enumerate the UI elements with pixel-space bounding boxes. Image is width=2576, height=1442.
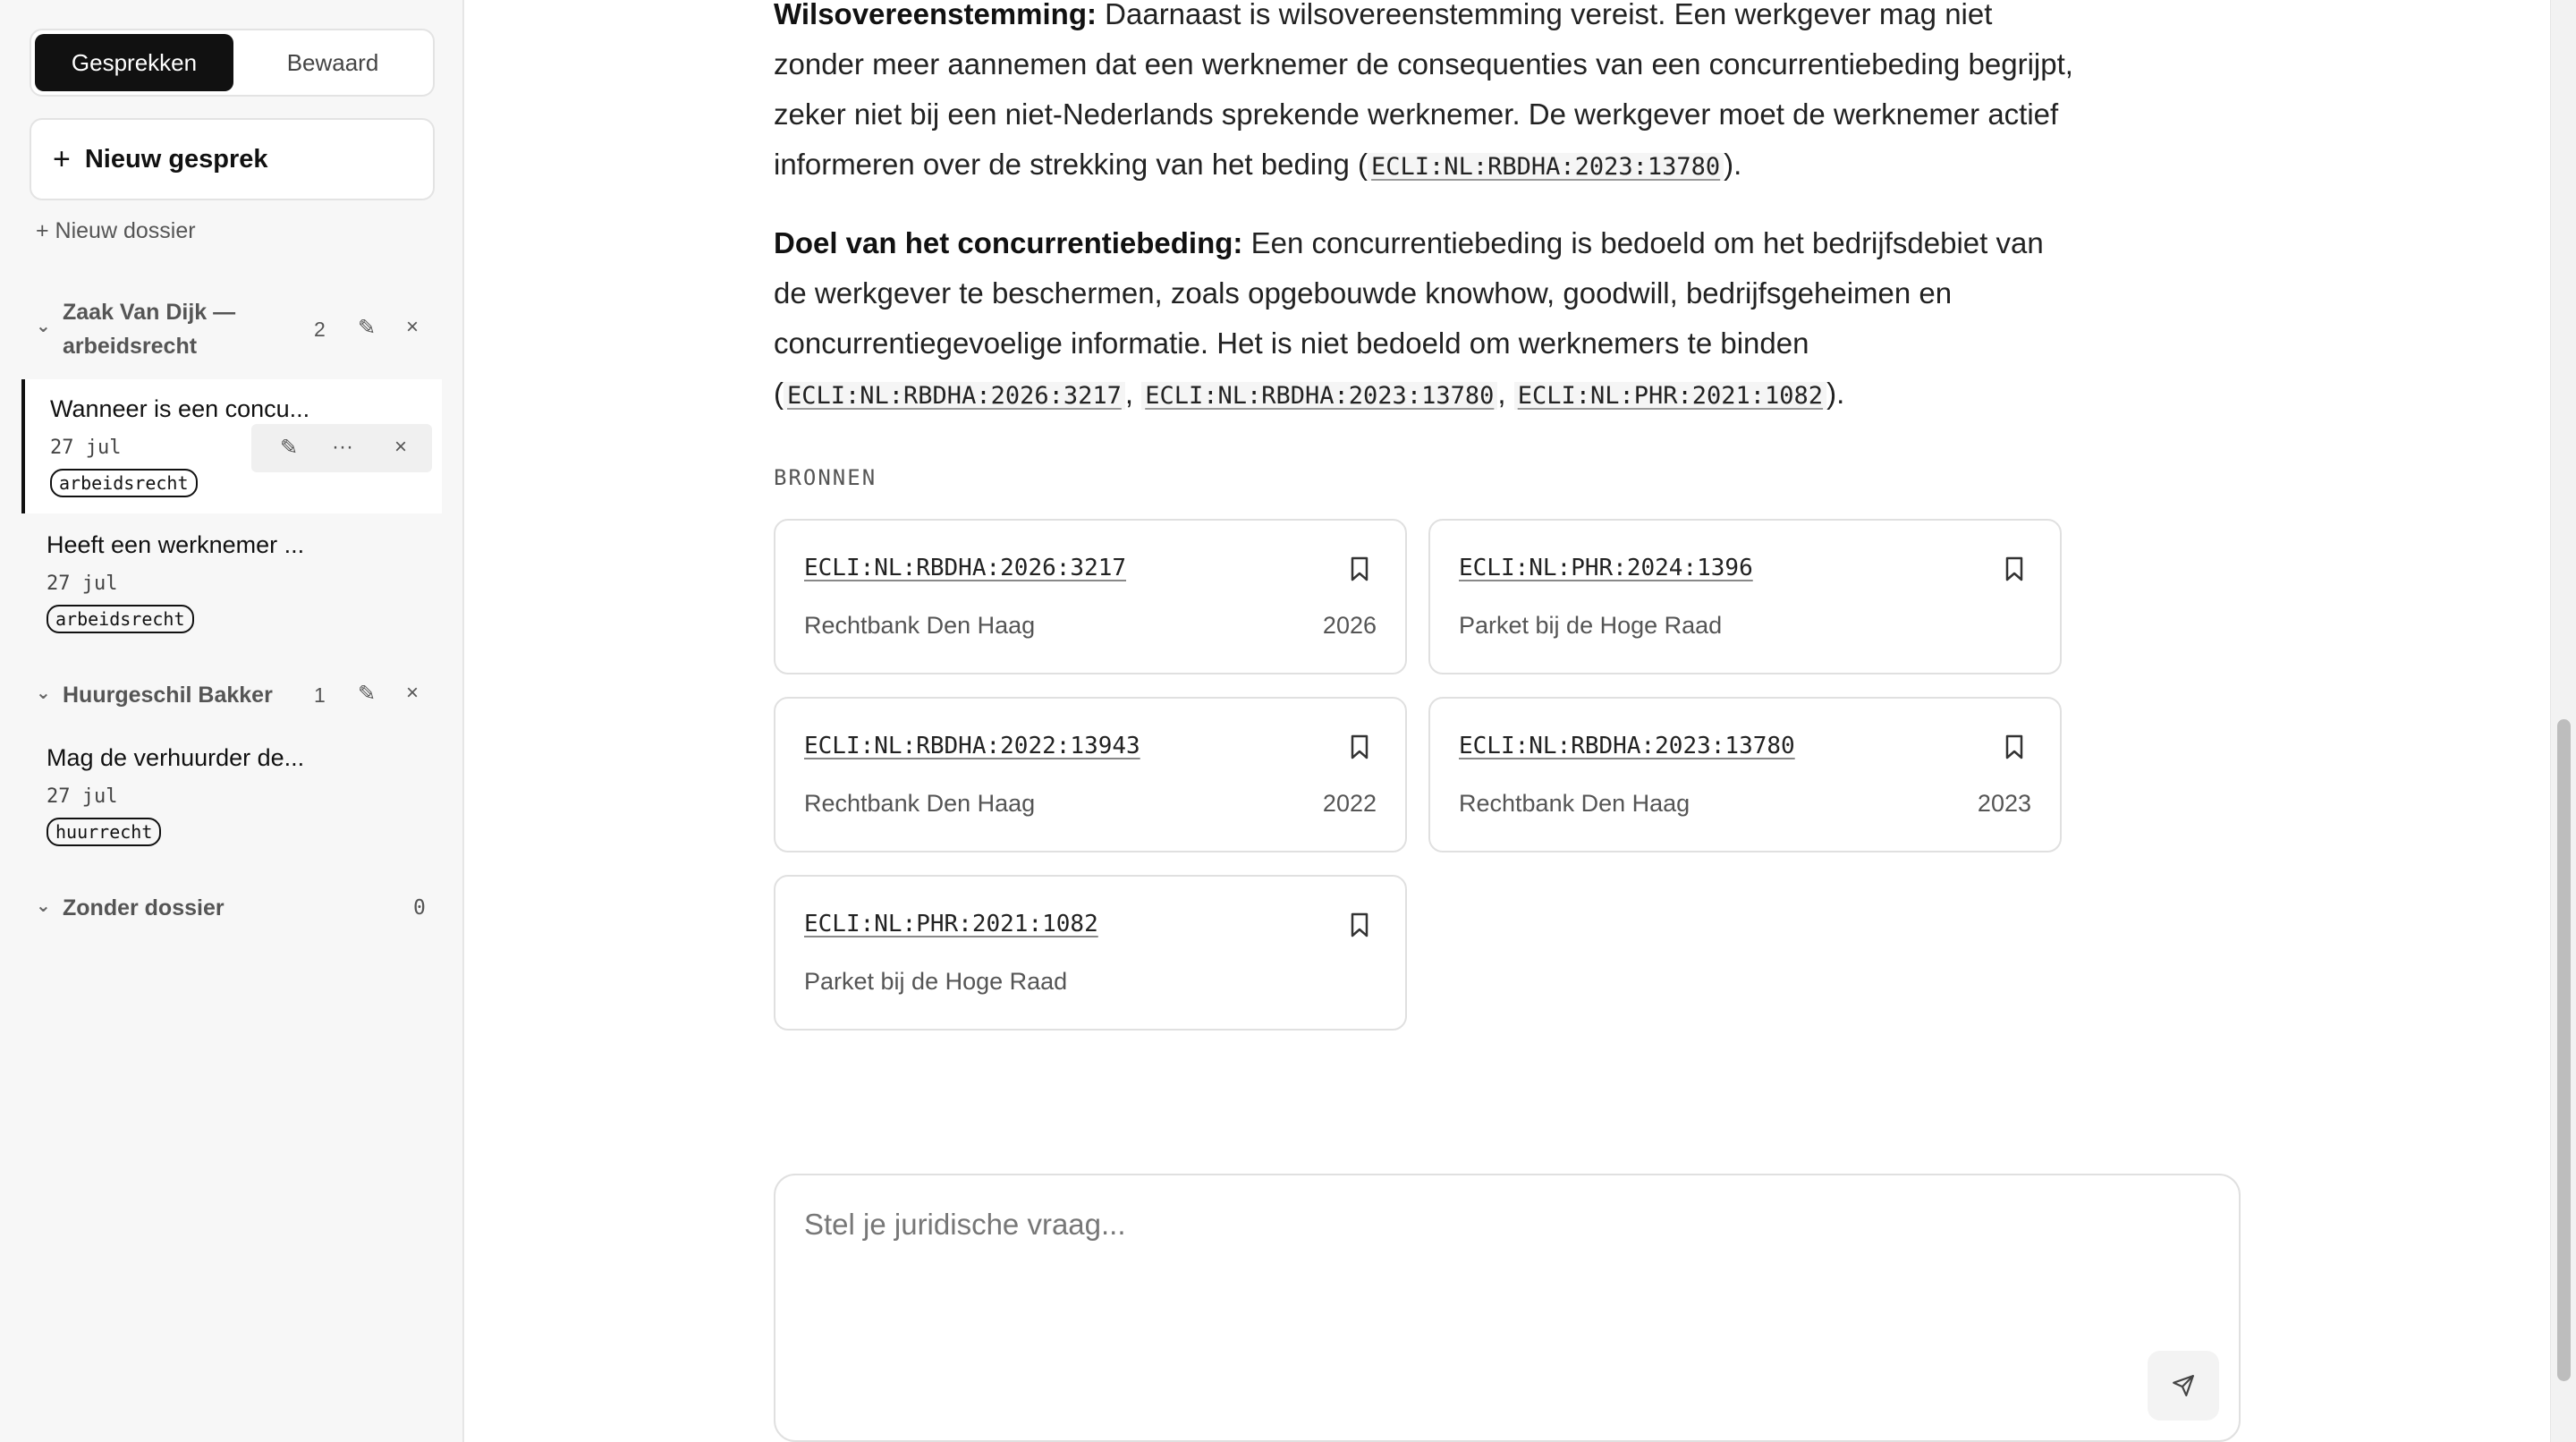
scrollbar[interactable]: [2550, 0, 2576, 1442]
conversation-date: 27 jul: [47, 785, 118, 808]
dossier-group-header[interactable]: ⌄ Zonder dossier 0: [36, 891, 447, 927]
edit-icon[interactable]: ✎: [358, 681, 376, 707]
bookmark-icon[interactable]: [2004, 734, 2024, 759]
chat-main: Wilsovereenstemming: Daarnaast is wilsov…: [466, 0, 2550, 1442]
view-switcher: Gesprekken Bewaard: [30, 29, 435, 97]
citation-link[interactable]: ECLI:NL:RBDHA:2026:3217: [784, 382, 1125, 410]
conversation-actions: ✎ ··· ×: [251, 424, 432, 472]
more-icon[interactable]: ···: [332, 435, 353, 460]
bookmark-icon[interactable]: [1350, 912, 1369, 937]
conversation-date: 27 jul: [47, 573, 118, 595]
scrollbar-thumb[interactable]: [2557, 719, 2571, 1381]
sources-heading: BRONNEN: [774, 465, 877, 490]
question-input[interactable]: [804, 1208, 2056, 1387]
dossier-title: Zonder dossier: [63, 895, 225, 920]
source-card[interactable]: ECLI:NL:RBDHA:2022:13943 Rechtbank Den H…: [774, 697, 1407, 852]
conversation-date: 27 jul: [50, 437, 122, 459]
dossier-group-header[interactable]: ⌄ Huurgeschil Bakker 1 ✎ ×: [36, 678, 447, 714]
chevron-down-icon[interactable]: ⌄: [36, 315, 51, 337]
sidebar: Gesprekken Bewaard + Nieuw gesprek + Nie…: [0, 0, 464, 1442]
source-court: Rechtbank Den Haag: [804, 612, 1036, 639]
conversation-item[interactable]: Wanneer is een concu... 27 jul arbeidsre…: [21, 379, 442, 513]
paragraph-end: ).: [1826, 377, 1845, 410]
source-court: Rechtbank Den Haag: [1459, 790, 1690, 817]
new-chat-button[interactable]: + Nieuw gesprek: [30, 118, 435, 200]
source-card[interactable]: ECLI:NL:PHR:2024:1396 Parket bij de Hoge…: [1428, 519, 2062, 674]
conversation-item[interactable]: Heeft een werknemer ... 27 jul arbeidsre…: [21, 515, 442, 649]
edit-icon[interactable]: ✎: [358, 315, 376, 341]
dossier-count: 1: [314, 683, 326, 707]
source-court: Rechtbank Den Haag: [804, 790, 1036, 817]
source-ecli[interactable]: ECLI:NL:RBDHA:2023:13780: [1459, 733, 1795, 759]
source-ecli[interactable]: ECLI:NL:RBDHA:2026:3217: [804, 555, 1126, 581]
dossier-group-header[interactable]: ⌄ Zaak Van Dijk — arbeidsrecht 2 ✎ ×: [36, 295, 447, 367]
source-court: Parket bij de Hoge Raad: [1459, 612, 1723, 639]
source-ecli[interactable]: ECLI:NL:PHR:2021:1082: [804, 911, 1098, 937]
source-ecli[interactable]: ECLI:NL:RBDHA:2022:13943: [804, 733, 1140, 759]
citation-link[interactable]: ECLI:NL:PHR:2021:1082: [1513, 382, 1827, 410]
source-year: 2026: [1322, 612, 1377, 639]
close-icon[interactable]: ×: [394, 435, 407, 460]
bookmark-icon[interactable]: [1350, 556, 1369, 581]
paragraph-end: ).: [1724, 148, 1742, 181]
conversation-item[interactable]: Mag de verhuurder de... 27 jul huurrecht: [21, 728, 442, 862]
chevron-down-icon[interactable]: ⌄: [36, 895, 51, 917]
source-card[interactable]: ECLI:NL:RBDHA:2023:13780 Rechtbank Den H…: [1428, 697, 2062, 852]
dossier-count: 0: [413, 896, 426, 920]
edit-icon[interactable]: ✎: [280, 435, 298, 461]
tab-gesprekken[interactable]: Gesprekken: [35, 34, 233, 91]
dossier-title: Zaak Van Dijk — arbeidsrecht: [63, 300, 236, 359]
source-year: 2022: [1322, 790, 1377, 817]
dossier-count: 2: [314, 318, 326, 341]
new-chat-label: Nieuw gesprek: [84, 144, 268, 174]
source-court: Parket bij de Hoge Raad: [804, 968, 1068, 995]
close-icon[interactable]: ×: [406, 315, 419, 340]
dossier-title: Huurgeschil Bakker: [63, 683, 273, 708]
send-button[interactable]: [2148, 1351, 2219, 1421]
plus-icon: +: [53, 141, 71, 176]
close-icon[interactable]: ×: [406, 681, 419, 706]
conversation-tag: huurrecht: [47, 818, 162, 846]
conversation-title: Wanneer is een concu...: [50, 395, 310, 422]
source-card[interactable]: ECLI:NL:RBDHA:2026:3217 Rechtbank Den Ha…: [774, 519, 1407, 674]
conversation-tag: arbeidsrecht: [47, 605, 194, 633]
conversation-tag: arbeidsrecht: [50, 469, 198, 497]
answer-paragraph: Wilsovereenstemming: Daarnaast is wilsov…: [774, 0, 2080, 192]
bookmark-icon[interactable]: [2004, 556, 2024, 581]
new-dossier-button[interactable]: + Nieuw dossier: [36, 218, 196, 244]
paragraph-heading: Wilsovereenstemming:: [774, 0, 1097, 30]
conversation-title: Heeft een werknemer ...: [47, 531, 305, 558]
paragraph-heading: Doel van het concurrentiebeding:: [774, 226, 1243, 259]
citation-link[interactable]: ECLI:NL:RBDHA:2023:13780: [1368, 153, 1724, 181]
bookmark-icon[interactable]: [1350, 734, 1369, 759]
send-icon: [2173, 1375, 2194, 1396]
citation-link[interactable]: ECLI:NL:RBDHA:2023:13780: [1141, 382, 1498, 410]
source-year: 2023: [1977, 790, 2031, 817]
conversation-title: Mag de verhuurder de...: [47, 744, 305, 771]
message-composer: [774, 1174, 2241, 1442]
answer-paragraph: Doel van het concurrentiebeding: Een con…: [774, 226, 2044, 410]
chevron-down-icon[interactable]: ⌄: [36, 682, 51, 704]
source-ecli[interactable]: ECLI:NL:PHR:2024:1396: [1459, 555, 1753, 581]
tab-bewaard[interactable]: Bewaard: [233, 34, 432, 91]
source-card[interactable]: ECLI:NL:PHR:2021:1082 Parket bij de Hoge…: [774, 875, 1407, 1031]
